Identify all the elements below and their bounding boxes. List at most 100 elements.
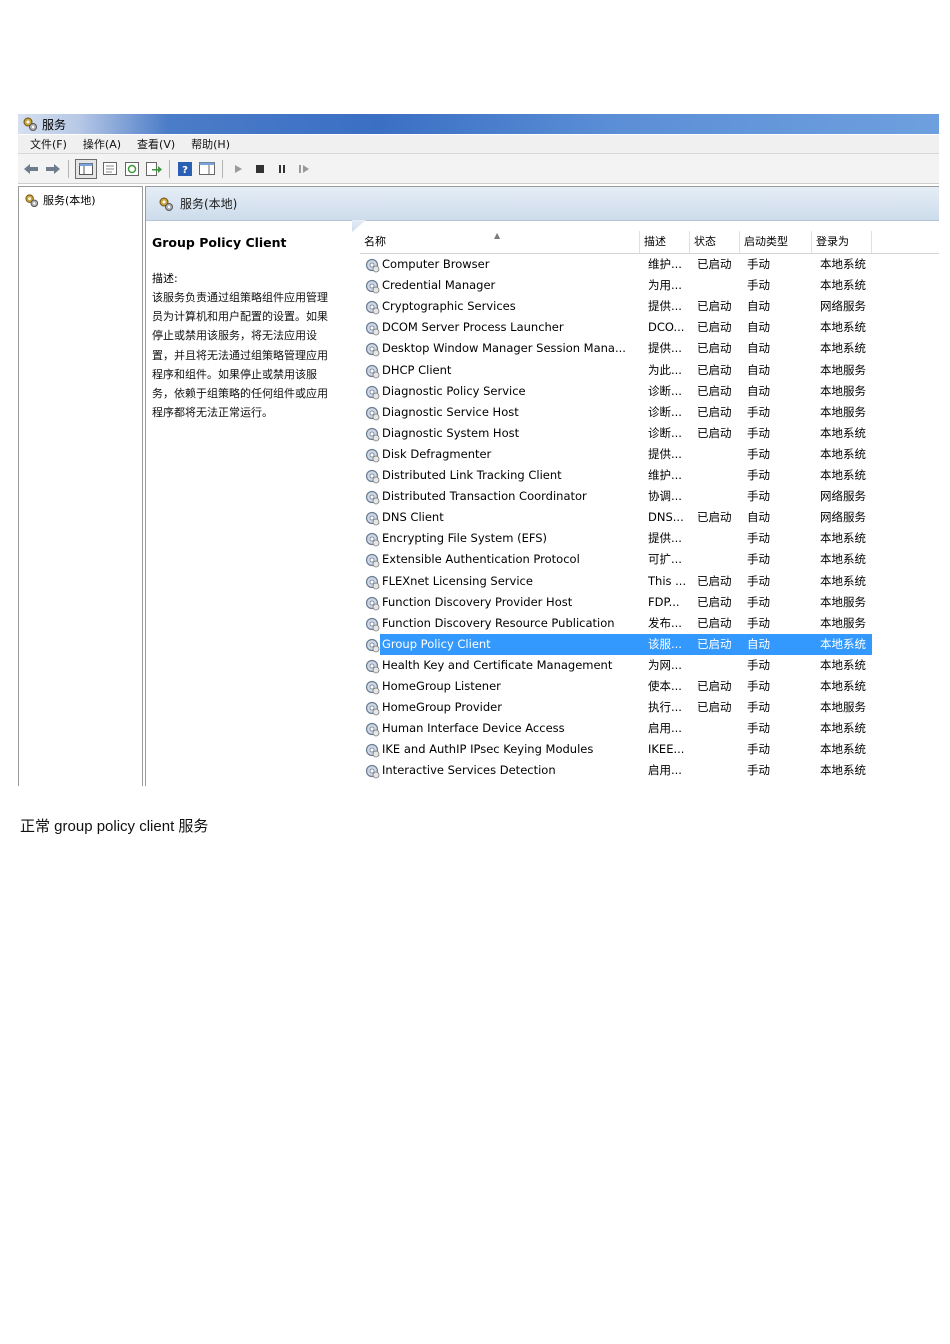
title-bar[interactable]: 服务 — [18, 114, 939, 134]
description-line: 置，并且将无法通过组策略管理应用 — [152, 348, 328, 362]
service-row[interactable]: Function Discovery Resource Publication 发… — [360, 613, 872, 634]
service-name: Human Interface Device Access — [382, 721, 565, 736]
service-row[interactable]: HomeGroup Listener 使本... 已启动 手动 本地系统 — [360, 676, 872, 697]
description-label: 描述: — [152, 272, 178, 285]
service-name: Encrypting File System (EFS) — [382, 531, 548, 546]
service-row[interactable]: Cryptographic Services 提供... 已启动 自动 网络服务 — [360, 296, 872, 317]
service-name: Distributed Transaction Coordinator — [382, 489, 587, 504]
service-status: 已启动 — [697, 320, 732, 335]
service-row[interactable]: Function Discovery Provider Host FDP... 已启… — [360, 592, 872, 613]
service-row[interactable]: Diagnostic System Host 诊断... 已启动 手动 本地系统 — [360, 423, 872, 444]
tree-node-services-local[interactable]: 服务(本地) — [24, 192, 96, 208]
service-row[interactable]: Desktop Window Manager Session Mana... 提供… — [360, 338, 872, 359]
service-gear-icon — [364, 658, 380, 674]
column-header-status[interactable]: 状态 — [690, 231, 740, 253]
service-logon-as: 本地服务 — [820, 594, 866, 609]
service-description: 诊断... — [648, 383, 682, 398]
service-name: Interactive Services Detection — [382, 763, 556, 778]
service-gear-icon — [364, 405, 380, 421]
pause-icon[interactable] — [273, 160, 291, 178]
service-row[interactable]: HomeGroup Provider 执行... 已启动 手动 本地服务 — [360, 697, 872, 718]
service-row[interactable]: DNS Client DNS... 已启动 自动 网络服务 — [360, 507, 872, 528]
console-tree-icon[interactable] — [75, 158, 97, 179]
services-list: 名称 ▲ 描述 状态 启动类型 登录为 Computer Browser 维护..… — [360, 231, 939, 786]
service-status: 已启动 — [697, 257, 732, 271]
column-header-startup-type[interactable]: 启动类型 — [740, 231, 812, 253]
service-gear-icon — [364, 278, 380, 294]
refresh-icon[interactable] — [123, 160, 141, 178]
service-status: 已启动 — [697, 594, 732, 609]
help-icon[interactable]: ? — [176, 160, 194, 178]
properties-icon[interactable] — [101, 160, 119, 178]
service-gear-icon — [364, 721, 380, 737]
service-gear-icon — [364, 531, 380, 547]
service-startup-type: 自动 — [747, 383, 770, 398]
service-row[interactable]: Disk Defragmenter 提供... 手动 本地系统 — [360, 444, 872, 465]
service-row[interactable]: Distributed Transaction Coordinator 协调...… — [360, 486, 872, 507]
service-description: 发布... — [648, 615, 682, 630]
service-row[interactable]: Credential Manager 为用... 手动 本地系统 — [360, 275, 872, 296]
service-status: 已启动 — [697, 383, 732, 398]
description-line: 员为计算机和用户配置的设置。如果 — [152, 310, 328, 324]
services-icon — [159, 197, 173, 211]
service-description: This ... — [648, 573, 687, 588]
service-row[interactable]: Interactive Services Detection 启用... 手动 本地系… — [360, 760, 872, 781]
service-row[interactable]: DHCP Client 为此... 已启动 自动 本地服务 — [360, 360, 872, 381]
service-logon-as: 本地系统 — [820, 468, 866, 482]
menu-help[interactable]: 帮助(H) — [191, 136, 230, 152]
service-startup-type: 手动 — [747, 742, 770, 757]
service-startup-type: 手动 — [747, 615, 770, 630]
service-gear-icon — [364, 363, 380, 379]
service-startup-type: 手动 — [747, 404, 770, 419]
service-logon-as: 本地系统 — [820, 552, 866, 567]
service-name: HomeGroup Provider — [382, 700, 502, 715]
export-icon[interactable] — [145, 160, 163, 178]
service-row[interactable]: Extensible Authentication Protocol 可扩... 手… — [360, 549, 872, 570]
service-row[interactable]: DCOM Server Process Launcher DCO... 已启动 自动 本… — [360, 317, 872, 338]
view-icon[interactable] — [198, 160, 216, 178]
forward-icon[interactable] — [44, 160, 62, 178]
menu-view[interactable]: 查看(V) — [137, 136, 175, 152]
service-gear-icon — [364, 384, 380, 400]
service-startup-type: 手动 — [747, 679, 770, 693]
service-status — [697, 275, 745, 296]
service-row[interactable]: Human Interface Device Access 启用... 手动 本地系统 — [360, 718, 872, 739]
service-row[interactable]: Group Policy Client 该服... 已启动 自动 本地系统 — [360, 633, 872, 655]
service-description: DNS... — [648, 510, 684, 525]
service-gear-icon — [364, 679, 380, 695]
service-status: 已启动 — [697, 510, 732, 525]
service-gear-icon — [364, 320, 380, 336]
column-header-description[interactable]: 描述 — [640, 231, 690, 253]
service-logon-as: 本地系统 — [820, 742, 866, 757]
service-logon-as: 网络服务 — [820, 489, 866, 504]
menu-file[interactable]: 文件(F) — [30, 136, 67, 152]
service-row[interactable]: Diagnostic Policy Service 诊断... 已启动 自动 本地服务 — [360, 381, 872, 402]
services-pane: 服务(本地) Group Policy Client 描述: 该服务负责通过组策… — [145, 186, 939, 786]
service-gear-icon — [364, 763, 380, 779]
play-icon[interactable] — [229, 160, 247, 178]
service-gear-icon — [364, 341, 380, 357]
toolbar-separator — [68, 159, 69, 178]
restart-icon[interactable] — [295, 160, 313, 178]
service-row[interactable]: Diagnostic Service Host 诊断... 已启动 手动 本地服务 — [360, 402, 872, 423]
service-row[interactable]: Computer Browser 维护... 已启动 手动 本地系统 — [360, 254, 872, 275]
service-status: 已启动 — [697, 404, 732, 419]
service-row[interactable]: Encrypting File System (EFS) 提供... 手动 本地系统 — [360, 528, 872, 549]
service-gear-icon — [364, 489, 380, 505]
service-row[interactable]: IKE and AuthIP IPsec Keying Modules IKEE.… — [360, 739, 872, 760]
service-row[interactable]: FLEXnet Licensing Service This ... 已启动 手动 本地… — [360, 571, 872, 592]
service-logon-as: 本地服务 — [820, 615, 866, 630]
column-header-logon-as[interactable]: 登录为 — [812, 231, 872, 253]
toolbar: ? — [18, 154, 939, 184]
service-description: 诊断... — [648, 425, 682, 440]
menu-action[interactable]: 操作(A) — [83, 136, 121, 152]
service-name: Diagnostic Service Host — [382, 404, 519, 419]
service-row[interactable]: Distributed Link Tracking Client 维护... 手动 本… — [360, 465, 872, 486]
back-icon[interactable] — [22, 160, 40, 178]
service-logon-as: 本地系统 — [820, 636, 866, 651]
service-startup-type: 手动 — [747, 257, 770, 271]
menu-bar: 文件(F) 操作(A) 查看(V) 帮助(H) — [18, 135, 939, 154]
service-logon-as: 本地服务 — [820, 383, 866, 398]
service-row[interactable]: Health Key and Certificate Management 为网.… — [360, 655, 872, 676]
stop-icon[interactable] — [251, 160, 269, 178]
